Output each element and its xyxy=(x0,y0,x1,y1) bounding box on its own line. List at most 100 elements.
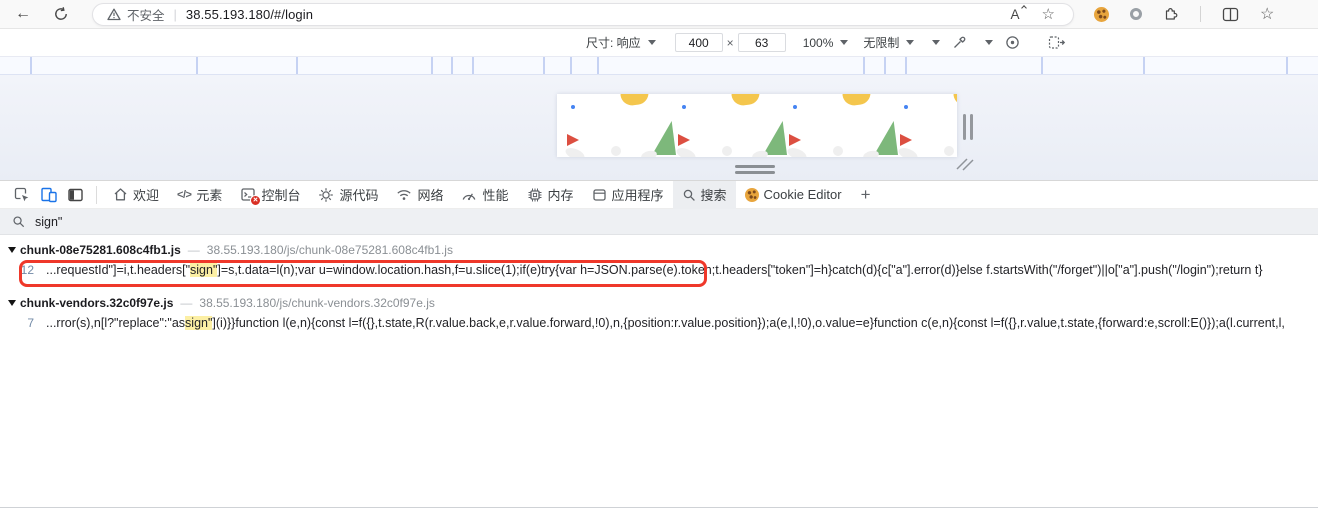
security-label[interactable]: 不安全 xyxy=(127,5,165,24)
warning-icon xyxy=(107,8,121,21)
wifi-icon xyxy=(396,188,412,201)
inspect-cursor-icon xyxy=(13,186,30,203)
cookie-extension-icon[interactable] xyxy=(1094,7,1109,22)
collapse-caret-icon[interactable] xyxy=(8,247,16,253)
device-frame-icon[interactable] xyxy=(1048,35,1066,50)
result-match-line[interactable]: 12 ...requestId"]=i,t.headers["sign"]=s,… xyxy=(0,258,1318,281)
browser-toolbar: ← 不安全 | 38.55.193.180/#/login A ☆ ☆ xyxy=(0,0,1318,29)
search-icon xyxy=(12,215,25,228)
tab-search[interactable]: 搜索 xyxy=(673,181,736,209)
reload-icon xyxy=(53,6,69,22)
viewport-resize-handle-bottom[interactable] xyxy=(735,165,775,174)
address-divider: | xyxy=(174,7,177,22)
search-results: chunk-08e75281.608c4fb1.js — 38.55.193.1… xyxy=(0,235,1318,334)
device-mode-canvas xyxy=(0,75,1318,180)
browser-extensions-area: ☆ xyxy=(1094,4,1265,24)
clipped-edge-icon[interactable]: ☆ xyxy=(1260,4,1274,24)
search-query-bar[interactable]: sign" xyxy=(0,209,1318,235)
throttling-select[interactable]: 无限制 xyxy=(863,34,914,51)
inspect-element-button[interactable] xyxy=(8,182,35,208)
pattern-repeat xyxy=(557,94,668,157)
code-brackets-icon: </> xyxy=(177,189,191,201)
result-file-header[interactable]: chunk-08e75281.608c4fb1.js — 38.55.193.1… xyxy=(0,241,1318,258)
tab-elements[interactable]: </> 元素 xyxy=(168,181,231,209)
home-icon xyxy=(113,187,128,202)
dock-side-button[interactable] xyxy=(62,182,89,208)
chevron-down-icon xyxy=(648,40,656,45)
code-snippet: ...rror(s),n[l?"replace":"assign"](i)}}f… xyxy=(46,316,1285,330)
favorite-star-icon[interactable]: ☆ xyxy=(1042,5,1055,23)
tab-welcome[interactable]: 欢迎 xyxy=(104,181,168,209)
pattern-repeat xyxy=(890,94,957,157)
blue-dot-decoration xyxy=(571,105,575,109)
bug-icon xyxy=(318,187,334,203)
screencast-eye-icon[interactable] xyxy=(1005,35,1020,50)
extensions-puzzle-icon[interactable] xyxy=(1163,6,1179,22)
device-emulation-toolbar: 尺寸: 响应 × 100% 无限制 xyxy=(0,29,1318,56)
emulated-viewport[interactable] xyxy=(557,94,957,157)
tab-console[interactable]: 控制台 xyxy=(231,181,309,209)
chevron-down-icon xyxy=(840,40,848,45)
result-file-path: 38.55.193.180/js/chunk-vendors.32c0f97e.… xyxy=(199,296,435,310)
memory-chip-icon xyxy=(527,187,543,203)
viewport-height-input[interactable] xyxy=(738,33,786,52)
yellow-cap-decoration xyxy=(620,94,649,107)
viewport-width-input[interactable] xyxy=(675,33,723,52)
cookie-icon xyxy=(745,188,759,202)
search-query-input[interactable]: sign" xyxy=(35,215,62,229)
result-file-name: chunk-08e75281.608c4fb1.js xyxy=(20,243,181,257)
media-query-bar[interactable] xyxy=(0,56,1318,75)
dimensions-multiply: × xyxy=(727,36,734,50)
reload-button[interactable] xyxy=(48,2,74,26)
dimensions-select[interactable]: 尺寸: 响应 xyxy=(586,34,656,51)
collapse-caret-icon[interactable] xyxy=(8,300,16,306)
result-file-header[interactable]: chunk-vendors.32c0f97e.js — 38.55.193.18… xyxy=(0,294,1318,311)
tab-sources[interactable]: 源代码 xyxy=(309,181,387,209)
match-highlight: sign" xyxy=(185,316,212,330)
back-button[interactable]: ← xyxy=(10,2,36,26)
gauge-icon xyxy=(461,188,477,202)
viewport-resize-handle-right[interactable] xyxy=(963,114,973,140)
zoom-value: 100% xyxy=(803,36,834,50)
tab-performance[interactable]: 性能 xyxy=(452,181,517,209)
devtools-tabbar: 欢迎 </> 元素 控制台 源代码 xyxy=(0,180,1318,209)
zoom-select[interactable]: 100% xyxy=(803,36,849,50)
line-number: 7 xyxy=(12,316,34,330)
pattern-repeat xyxy=(779,94,890,157)
dimensions-label: 尺寸: 响应 xyxy=(586,34,641,51)
line-number: 12 xyxy=(12,263,34,277)
tab-cookie-editor[interactable]: Cookie Editor xyxy=(736,181,851,209)
application-window-icon xyxy=(592,188,607,202)
pattern-repeat xyxy=(668,94,779,157)
viewport-resize-handle-corner[interactable] xyxy=(954,156,974,172)
console-error-badge xyxy=(250,195,261,206)
code-snippet: ...requestId"]=i,t.headers["sign"]=s,t.d… xyxy=(46,263,1263,277)
device-toolbar-icon xyxy=(40,186,58,203)
chevron-down-icon xyxy=(906,40,914,45)
result-file-path: 38.55.193.180/js/chunk-08e75281.608c4fb1… xyxy=(207,243,453,257)
toolbar-divider xyxy=(1200,6,1201,22)
split-screen-icon[interactable] xyxy=(1222,7,1239,22)
dock-side-icon xyxy=(67,187,84,203)
read-aloud-icon[interactable]: A xyxy=(1011,7,1020,22)
throttling-value: 无限制 xyxy=(863,34,899,51)
eyedropper-icon[interactable] xyxy=(952,35,967,50)
result-match-line[interactable]: 7 ...rror(s),n[l?"replace":"assign"](i)}… xyxy=(0,311,1318,334)
device-toolbar-toggle-button[interactable] xyxy=(35,182,62,208)
address-bar[interactable]: 不安全 | 38.55.193.180/#/login A ☆ xyxy=(92,3,1074,26)
result-file-name: chunk-vendors.32c0f97e.js xyxy=(20,296,173,310)
match-highlight: sign" xyxy=(190,263,217,277)
url-text[interactable]: 38.55.193.180/#/login xyxy=(186,7,313,22)
tab-application[interactable]: 应用程序 xyxy=(583,181,673,209)
extension-ring-icon[interactable] xyxy=(1130,8,1142,20)
search-icon xyxy=(682,188,696,202)
more-options-caret-icon[interactable] xyxy=(932,40,940,45)
address-bar-actions: A ☆ xyxy=(1011,5,1059,23)
tabbar-divider xyxy=(96,186,97,204)
chevron-down-icon[interactable] xyxy=(985,40,993,45)
browser-window: { "browser": { "security_label": "不安全", … xyxy=(0,0,1318,508)
red-triangle-decoration xyxy=(567,134,579,146)
tab-memory[interactable]: 内存 xyxy=(518,181,583,209)
more-tabs-button[interactable]: + xyxy=(851,185,881,205)
tab-network[interactable]: 网络 xyxy=(387,181,452,209)
